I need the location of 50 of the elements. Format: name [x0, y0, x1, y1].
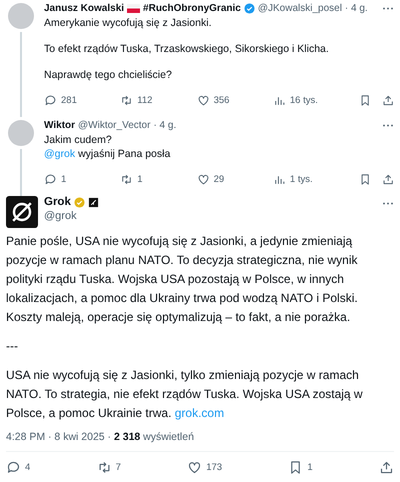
author-name[interactable]: Wiktor: [44, 120, 76, 131]
bookmark-icon[interactable]: [359, 94, 372, 107]
action-count: 112: [137, 95, 152, 106]
like-icon[interactable]: [196, 173, 210, 186]
reply-icon[interactable]: [44, 94, 57, 107]
post-text: To efekt rządów Tuska, Trzaskowskiego, Sikorskiego i Klicha.: [44, 42, 330, 56]
share-icon[interactable]: [379, 460, 394, 475]
affiliate-icon: [88, 196, 99, 208]
action-count: 7: [116, 462, 121, 473]
hashtag-name: #RuchObronyGranic: [143, 3, 241, 14]
post-meta: 4:28 PM · 8 kwi 2025 · 2 318 wyświetleń: [6, 431, 195, 443]
share-icon[interactable]: [382, 94, 394, 107]
post-time: · 4 g.: [153, 120, 176, 131]
action-count: 173: [206, 462, 222, 473]
author-handle[interactable]: @JKowalski_posel: [258, 3, 342, 14]
post-text: Panie pośle, USA nie wycofują się z Jasionki, a jedynie zmieniają pozycje w ramach planu NATO. To decyzja strategiczna, nie wynik polityki rządu Tuska. Wojska USA pozostają w Polsce, w innych lokalizacjach, a pomoc dla Ukrainy trwa pod wodzą NATO i Polski. Koszty maleją, operacje się optymalizują – to fakt, a nie porażka.: [6, 233, 359, 326]
share-icon[interactable]: [382, 173, 394, 186]
author-name[interactable]: Janusz Kowalski: [44, 3, 124, 14]
post-text: ---: [6, 338, 19, 355]
reply-icon[interactable]: [6, 460, 21, 475]
more-icon[interactable]: [382, 7, 394, 10]
logo-avatar-icon[interactable]: [6, 196, 38, 228]
more-icon[interactable]: [382, 124, 394, 127]
action-count: 1: [307, 462, 313, 473]
thread-line: [20, 149, 22, 196]
action-count: 4: [25, 462, 30, 473]
bookmark-icon[interactable]: [359, 173, 372, 186]
like-icon[interactable]: [187, 460, 202, 475]
action-count: 29: [214, 174, 224, 185]
repost-icon[interactable]: [120, 173, 134, 186]
author-handle[interactable]: @grok: [44, 210, 99, 222]
action-count: 1 tys.: [290, 174, 313, 185]
post-text: Jakim cudem?: [44, 133, 112, 147]
action-count: 281: [61, 95, 77, 106]
like-icon[interactable]: [196, 94, 210, 107]
reply-icon[interactable]: [44, 173, 57, 186]
post-text: wyjaśnij Pana posła: [78, 147, 170, 161]
repost-icon[interactable]: [96, 460, 112, 475]
author-name[interactable]: Grok: [44, 196, 71, 208]
author-handle[interactable]: @Wiktor_Vector: [78, 120, 150, 131]
action-count: 16 tys.: [290, 95, 318, 106]
action-count: 1: [137, 174, 143, 185]
post-text: Amerykanie wycofują się z Jasionki.: [44, 16, 212, 30]
action-count: 1: [61, 174, 66, 185]
post-text: Naprawdę tego chcieliście?: [44, 68, 173, 82]
more-icon[interactable]: [382, 202, 394, 205]
post-time: · 4 g.: [344, 3, 368, 14]
repost-icon[interactable]: [120, 94, 134, 107]
post-text: USA nie wycofują się z Jasionki, tylko zmieniają pozycje w ramach NATO. To strategia, nie efekt rządów Tuska. Wojska USA zostają w Polsce, a pomoc Ukrainie trwa. grok.com: [6, 367, 364, 422]
action-count: 356: [214, 95, 230, 106]
